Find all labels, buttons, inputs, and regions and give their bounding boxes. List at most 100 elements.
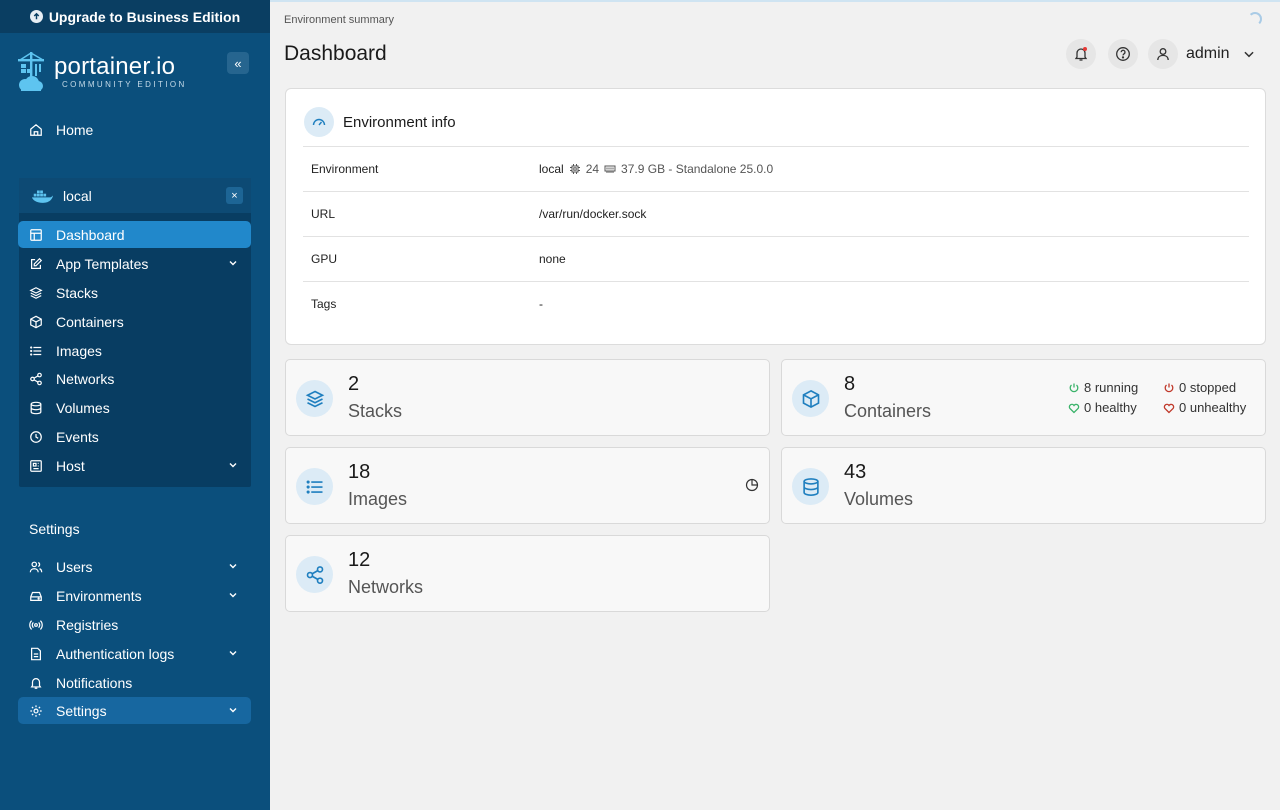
environment-header: local × [19, 178, 251, 213]
gear-icon [28, 703, 44, 719]
sidebar-item-images[interactable]: Images [18, 337, 251, 364]
database-icon [28, 400, 44, 416]
sidebar-item-label: Settings [56, 702, 107, 719]
volumes-count: 43 [844, 461, 867, 483]
info-row-gpu: GPU none [303, 236, 1249, 281]
stopped-status: 0 stopped [1163, 380, 1236, 395]
environment-info-title: Environment info [304, 107, 456, 137]
networks-tile[interactable]: 12 Networks [285, 535, 770, 612]
sidebar-item-label: Images [56, 342, 102, 359]
sidebar-item-label: App Templates [56, 255, 149, 272]
environment-value: local [539, 162, 564, 176]
card-title: Environment info [343, 113, 456, 131]
sidebar-item-containers[interactable]: Containers [18, 308, 251, 335]
stopped-count: 0 stopped [1179, 380, 1237, 395]
user-menu[interactable]: admin [1148, 39, 1256, 69]
file-icon [28, 646, 44, 662]
pie-chart-icon[interactable] [745, 478, 759, 497]
main-content: Environment summary Dashboard admin Envi… [270, 0, 1280, 810]
stacks-tile[interactable]: 2 Stacks [285, 359, 770, 436]
clock-icon [28, 429, 44, 445]
sidebar-item-volumes[interactable]: Volumes [18, 394, 251, 421]
help-button[interactable] [1108, 39, 1138, 69]
box-icon [792, 380, 829, 417]
heart-icon [1068, 403, 1080, 413]
sidebar-item-app-templates[interactable]: App Templates [18, 250, 251, 277]
sidebar-item-label: Networks [56, 370, 115, 387]
sidebar-item-label: Dashboard [56, 226, 125, 243]
sidebar-item-home[interactable]: Home [18, 116, 251, 143]
user-avatar [1148, 39, 1178, 69]
chevron-down-icon [227, 458, 239, 474]
close-icon: × [231, 189, 238, 202]
database-icon [792, 468, 829, 505]
sidebar-item-label: Users [56, 558, 93, 575]
images-label: Images [348, 489, 408, 509]
sidebar-item-registries[interactable]: Registries [18, 611, 251, 638]
cpu-count: 24 [585, 162, 600, 176]
containers-tile[interactable]: 8 Containers 8 running 0 stopped 0 healt… [781, 359, 1266, 436]
info-value: none [539, 252, 566, 266]
bell-icon [28, 675, 44, 691]
sidebar-item-label: Authentication logs [56, 645, 175, 662]
notifications-button[interactable] [1066, 39, 1096, 69]
healthy-count: 0 healthy [1084, 400, 1137, 415]
sidebar-item-label: Stacks [56, 284, 99, 301]
power-icon [1069, 383, 1079, 392]
info-key: URL [311, 207, 336, 221]
user-icon [1157, 48, 1169, 61]
images-count: 18 [348, 461, 371, 483]
sidebar-item-users[interactable]: Users [18, 553, 251, 580]
portainer-logo-icon [18, 52, 44, 91]
memory-icon [604, 165, 616, 173]
networks-count: 12 [348, 549, 371, 571]
info-row-url: URL /var/run/docker.sock [303, 191, 1249, 236]
collapse-sidebar-button[interactable]: « [227, 52, 249, 74]
memory-info: 37.9 GB - Standalone 25.0.0 [621, 162, 774, 176]
upgrade-button[interactable]: Upgrade to Business Edition [0, 0, 270, 33]
sidebar-item-host[interactable]: Host [18, 452, 251, 479]
close-environment-button[interactable]: × [226, 187, 243, 204]
info-key: Environment [311, 162, 379, 176]
stacks-count: 2 [348, 373, 360, 395]
settings-section-title: Settings [29, 521, 80, 537]
environment-name: local [63, 187, 92, 204]
chevrons-left-icon: « [234, 55, 242, 71]
sidebar-item-dashboard[interactable]: Dashboard [18, 221, 251, 248]
sidebar: Upgrade to Business Edition portainer.io… [0, 0, 270, 810]
layers-icon [28, 285, 44, 301]
heart-icon [1163, 403, 1175, 413]
share-icon [28, 371, 44, 387]
sidebar-item-events[interactable]: Events [18, 423, 251, 450]
chevron-down-icon [227, 559, 239, 575]
sidebar-item-label: Events [56, 428, 99, 445]
sidebar-item-label: Notifications [56, 674, 133, 691]
list-icon [28, 343, 44, 359]
sidebar-item-environments[interactable]: Environments [18, 582, 251, 609]
edit-icon [28, 256, 44, 272]
drive-icon [28, 588, 44, 604]
chevron-down-icon [227, 703, 239, 719]
environment-info-card: Environment info Environment local 24 37… [285, 88, 1266, 345]
volumes-tile[interactable]: 43 Volumes [781, 447, 1266, 524]
loading-spinner-icon [1248, 12, 1262, 26]
sidebar-item-authentication-logs[interactable]: Authentication logs [18, 640, 251, 667]
list-icon [296, 468, 333, 505]
sidebar-item-networks[interactable]: Networks [18, 365, 251, 392]
volumes-label: Volumes [844, 489, 914, 509]
users-icon [28, 559, 44, 575]
help-icon [1116, 47, 1130, 61]
gauge-icon [304, 107, 334, 137]
unhealthy-count: 0 unhealthy [1179, 400, 1247, 415]
page-title: Dashboard [284, 42, 387, 65]
sidebar-item-settings[interactable]: Settings [18, 697, 251, 724]
info-key: GPU [311, 252, 338, 266]
brand-name: portainer.io [54, 53, 176, 80]
sidebar-item-notifications[interactable]: Notifications [18, 669, 251, 696]
running-status: 8 running [1068, 380, 1138, 395]
info-value: /var/run/docker.sock [539, 207, 647, 221]
info-key: Tags [311, 297, 337, 311]
brand-logo[interactable]: portainer.io COMMUNITY EDITION [16, 50, 187, 94]
sidebar-item-stacks[interactable]: Stacks [18, 279, 251, 306]
images-tile[interactable]: 18 Images [285, 447, 770, 524]
